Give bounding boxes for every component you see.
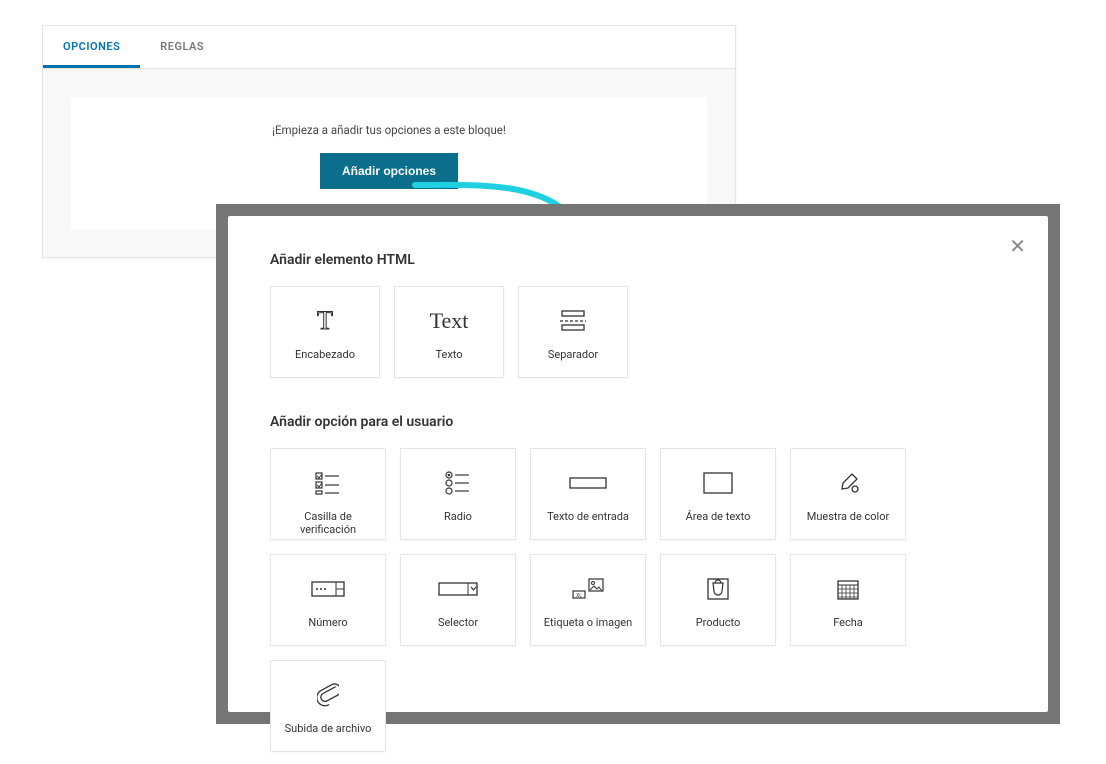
card-label: Etiqueta o imagen: [540, 616, 636, 629]
card-label: Muestra de color: [803, 510, 893, 523]
card-label: Selector: [434, 616, 482, 629]
add-element-modal: ✕ Añadir elemento HTML T Encabezado Text…: [228, 216, 1048, 712]
html-section-title: Añadir elemento HTML: [270, 252, 1006, 268]
svg-text:XL: XL: [576, 593, 582, 599]
card-number[interactable]: Número: [270, 554, 386, 646]
radio-icon: [445, 463, 471, 503]
card-textinput[interactable]: Texto de entrada: [530, 448, 646, 540]
card-textarea[interactable]: Área de texto: [660, 448, 776, 540]
card-label: Texto: [431, 348, 466, 361]
card-separator[interactable]: Separador: [518, 286, 628, 378]
card-heading[interactable]: T Encabezado: [270, 286, 380, 378]
close-icon[interactable]: ✕: [1009, 236, 1026, 256]
hint-text: ¡Empieza a añadir tus opciones a este bl…: [91, 123, 687, 137]
card-label: Producto: [692, 616, 745, 629]
tab-opciones[interactable]: OPCIONES: [43, 26, 140, 68]
card-selector[interactable]: Selector: [400, 554, 516, 646]
user-section-title: Añadir opción para el usuario: [270, 414, 1006, 430]
tab-reglas[interactable]: REGLAS: [140, 26, 224, 68]
add-options-button[interactable]: Añadir opciones: [320, 153, 458, 189]
card-radio[interactable]: Radio: [400, 448, 516, 540]
textarea-icon: [703, 463, 733, 503]
card-label: Radio: [440, 510, 476, 523]
textinput-icon: [569, 463, 607, 503]
card-label-image[interactable]: XL Etiqueta o imagen: [530, 554, 646, 646]
card-label: Subida de archivo: [281, 722, 376, 735]
separator-icon: [558, 301, 588, 341]
card-date[interactable]: Fecha: [790, 554, 906, 646]
card-label: Encabezado: [291, 348, 359, 361]
file-upload-icon: [317, 675, 339, 715]
modal-backdrop: ✕ Añadir elemento HTML T Encabezado Text…: [216, 204, 1060, 724]
card-label: Texto de entrada: [543, 510, 633, 523]
card-text[interactable]: Text Texto: [394, 286, 504, 378]
selector-icon: [438, 569, 478, 609]
card-checkbox[interactable]: Casilla de verificación: [270, 448, 386, 540]
colorswatch-icon: [835, 463, 861, 503]
heading-icon: T: [310, 301, 340, 341]
card-file[interactable]: Subida de archivo: [270, 660, 386, 752]
checkbox-icon: [315, 463, 341, 503]
product-icon: [706, 569, 730, 609]
svg-text:T: T: [317, 307, 333, 335]
card-label: Número: [304, 616, 351, 629]
html-grid: T Encabezado Text Texto Separador: [270, 286, 1006, 378]
number-icon: [311, 569, 345, 609]
text-icon: Text: [430, 301, 469, 341]
date-icon: [836, 569, 860, 609]
card-colorswatch[interactable]: Muestra de color: [790, 448, 906, 540]
card-label: Área de texto: [682, 510, 755, 523]
tab-bar: OPCIONES REGLAS: [43, 26, 735, 69]
card-label: Fecha: [829, 616, 867, 629]
card-label: Casilla de verificación: [271, 510, 385, 536]
user-grid: Casilla de verificación Radio: [270, 448, 1006, 752]
label-image-icon: XL: [571, 569, 605, 609]
card-product[interactable]: Producto: [660, 554, 776, 646]
card-label: Separador: [544, 348, 602, 361]
